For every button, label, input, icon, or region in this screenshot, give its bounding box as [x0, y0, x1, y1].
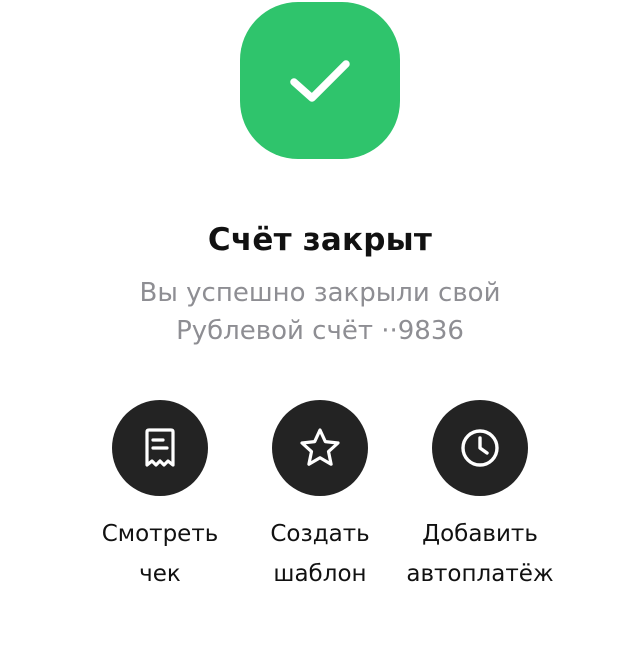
- clock-icon: [461, 429, 499, 467]
- star-icon: [300, 428, 340, 466]
- create-template-circle[interactable]: [272, 400, 368, 496]
- actions-row: Смотреть чек Создать шаблон Добавить авт…: [0, 400, 640, 600]
- create-template-button[interactable]: Создать шаблон: [230, 400, 410, 594]
- receipt-icon: [145, 428, 175, 467]
- add-autopayment-button[interactable]: Добавить автоплатёж: [390, 400, 570, 594]
- page-title: Счёт закрыт: [207, 222, 433, 258]
- status-message-line1: Вы успешно закрыли свой: [139, 278, 501, 308]
- view-receipt-label[interactable]: Смотреть чек: [102, 514, 219, 594]
- status-message: Вы успешно закрыли свой Рублевой счёт ··…: [0, 274, 640, 350]
- add-autopayment-label-line1: Добавить: [422, 521, 538, 547]
- status-message-line2: Рублевой счёт ··9836: [176, 316, 464, 346]
- create-template-label-line2: шаблон: [273, 561, 367, 587]
- success-badge: [240, 2, 400, 159]
- create-template-label[interactable]: Создать шаблон: [270, 514, 369, 594]
- view-receipt-circle[interactable]: [112, 400, 208, 496]
- view-receipt-label-line1: Смотреть: [101, 521, 219, 547]
- view-receipt-button[interactable]: Смотреть чек: [70, 400, 250, 594]
- create-template-label-line1: Создать: [270, 521, 370, 547]
- checkmark-icon: [290, 59, 350, 102]
- view-receipt-label-line2: чек: [139, 561, 181, 587]
- add-autopayment-label-line2: автоплатёж: [406, 561, 554, 587]
- add-autopayment-circle[interactable]: [432, 400, 528, 496]
- add-autopayment-label[interactable]: Добавить автоплатёж: [406, 514, 553, 594]
